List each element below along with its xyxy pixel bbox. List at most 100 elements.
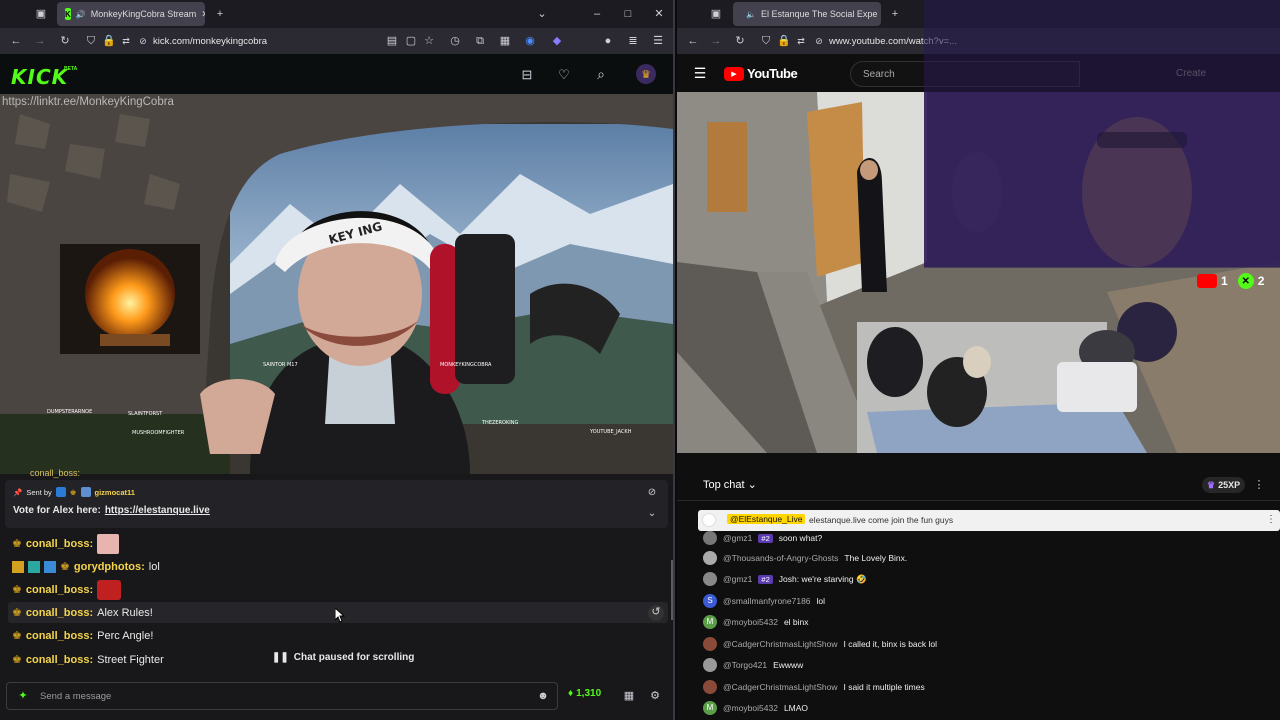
yt-author[interactable]: @CadgerChristmasLightShow [723, 639, 837, 649]
shield-icon[interactable]: ⛉ [758, 33, 774, 49]
yt-author[interactable]: @Torgo421 [723, 660, 767, 670]
yt-chat-message: @CadgerChristmasLightShow I called it, b… [703, 634, 1263, 654]
emoji-icon[interactable]: ☻ [535, 688, 551, 704]
chat-username[interactable]: conall_boss: [26, 630, 93, 642]
chat-username[interactable]: conall_boss: [26, 584, 93, 596]
maximize-icon[interactable]: □ [620, 6, 636, 22]
tab-bar: ▣ K 🔊 MonkeyKingCobra Stream ✕ + ⌄ – □ ✕ [0, 0, 673, 28]
settings-gear-icon[interactable]: ⚙ [647, 688, 663, 704]
chat-input[interactable]: ✦ Send a message ☻ [6, 682, 558, 710]
account-icon[interactable]: ● [600, 33, 616, 49]
yt-author[interactable]: @Thousands-of-Angry-Ghosts [723, 553, 838, 563]
heart-icon[interactable]: ♡ [556, 66, 572, 82]
reply-icon[interactable]: ↺ [648, 604, 664, 621]
close-window-icon[interactable]: ✕ [651, 6, 667, 22]
tab-kick[interactable]: K 🔊 MonkeyKingCobra Stream ✕ [57, 2, 205, 26]
xp-badge[interactable]: ♛ 25XP [1202, 477, 1246, 493]
pinned-text: Vote for Alex here: https://elestanque.l… [13, 505, 210, 516]
user-avatar [703, 572, 717, 586]
more-options-icon[interactable]: ⋮ [1266, 514, 1276, 525]
minimize-icon[interactable]: – [589, 6, 605, 22]
chat-username[interactable]: conall_boss: [26, 654, 93, 666]
avatar[interactable]: ♛ [636, 64, 656, 84]
list-tabs-icon[interactable]: ⌄ [534, 6, 550, 22]
close-tab-icon[interactable]: ✕ [201, 9, 205, 20]
lock-icon[interactable]: 🔒 [776, 33, 792, 49]
yt-author[interactable]: @smallmanfyrone7186 [723, 596, 811, 606]
channel-points[interactable]: ♦ 1,310 [568, 688, 601, 699]
tab-title: El Estanque The Social Expe [760, 9, 878, 19]
chat-paused-button[interactable]: ❚❚ Chat paused for scrolling [264, 646, 423, 668]
kick-logo[interactable]: KICK [11, 65, 68, 89]
bookmark-star-icon[interactable]: ☆ [421, 33, 437, 49]
reload-icon[interactable]: ↻ [732, 33, 748, 49]
yt-author[interactable]: @moyboi5432 [723, 703, 778, 713]
new-tab-icon[interactable]: + [887, 6, 903, 22]
rank-badge: #2 [758, 574, 773, 584]
menu-icon[interactable]: ☰ [650, 33, 666, 49]
extension-gif-icon[interactable]: ▦ [497, 33, 513, 49]
chevron-down-icon[interactable]: ⌄ [644, 506, 660, 522]
calendar-icon[interactable]: ▦ [621, 688, 637, 704]
forward-icon[interactable]: → [32, 33, 48, 49]
autoplay-blocked-icon[interactable]: ⊘ [811, 33, 827, 49]
url-bar[interactable]: www.youtube.com/watch?v=... [829, 36, 1029, 47]
top-chat-dropdown[interactable]: Top chat ⌄ [703, 478, 757, 492]
sparkle-icon[interactable]: ✦ [15, 688, 31, 704]
chat-partial-line: conall_boss: [30, 468, 81, 478]
chat-username[interactable]: gorydphotos: [74, 561, 145, 573]
youtube-video[interactable]: 1 ✕ 2 [677, 92, 1280, 453]
extension-bars-icon[interactable]: ≣ [625, 33, 641, 49]
more-options-icon[interactable]: ⋮ [1251, 477, 1267, 493]
chat-scrollbar[interactable] [671, 560, 673, 620]
history-icon[interactable]: ◷ [447, 33, 463, 49]
sender-name[interactable]: gizmocat11 [95, 488, 135, 497]
shield-icon[interactable]: ⛉ [83, 33, 99, 49]
badge-icon [12, 560, 24, 573]
stream-video[interactable]: SAINTOR M17 MONKEYKINGCOBRA DUMPSTERARNO… [0, 94, 673, 474]
hamburger-menu-icon[interactable]: ☰ [692, 65, 708, 81]
kick-beta-badge: BETA [64, 66, 78, 72]
forward-icon[interactable]: → [708, 33, 724, 49]
reader-view-icon[interactable]: ▤ [384, 33, 400, 49]
permissions-icon[interactable]: ⇄ [118, 33, 134, 49]
audio-icon[interactable]: 🔊 [76, 10, 86, 19]
youtube-logo[interactable]: ▶ YouTube [724, 66, 798, 81]
tab-overview-icon[interactable]: ▣ [708, 6, 724, 22]
yt-author[interactable]: @moyboi5432 [723, 617, 778, 627]
autoplay-blocked-icon[interactable]: ⊘ [135, 33, 151, 49]
extension-purple-icon[interactable]: ◆ [549, 33, 565, 49]
url-bar[interactable]: kick.com/monkeykingcobra [153, 36, 373, 47]
extension-circle-icon[interactable]: ◉ [522, 33, 538, 49]
user-avatar [703, 637, 717, 651]
search-input[interactable]: Search [850, 61, 1080, 87]
reload-icon[interactable]: ↻ [57, 33, 73, 49]
yt-author[interactable]: @CadgerChristmasLightShow [723, 682, 837, 692]
permissions-icon[interactable]: ⇄ [793, 33, 809, 49]
pip-icon[interactable]: ▢ [403, 33, 419, 49]
tab-youtube[interactable]: 🔈 El Estanque The Social Expe ✕ [733, 2, 881, 26]
back-icon[interactable]: ← [685, 33, 701, 49]
unpin-icon[interactable]: ⊘ [644, 485, 660, 501]
lock-icon[interactable]: 🔒 [101, 33, 117, 49]
yt-chat-message: S @smallmanfyrone7186 lol [703, 591, 1263, 611]
pinned-link[interactable]: https://elestanque.live [105, 505, 210, 516]
extensions-icon[interactable]: ⧉ [472, 33, 488, 49]
search-icon[interactable]: ⌕ [593, 66, 609, 82]
yt-chat-message: @Torgo421 Ewwww [703, 655, 1263, 675]
yt-text: Josh: we're starving 🤣 [778, 573, 867, 584]
store-icon[interactable]: ⊟ [519, 66, 535, 82]
yt-chat-message: @Thousands-of-Angry-Ghosts The Lovely Bi… [703, 548, 1263, 568]
yt-author[interactable]: @gmz1 [723, 533, 752, 543]
yt-author[interactable]: @gmz1 [723, 574, 752, 584]
audio-muted-icon[interactable]: 🔈 [746, 10, 756, 19]
pinned-author[interactable]: @ElEstanque_Live [727, 514, 806, 524]
tab-overview-icon[interactable]: ▣ [33, 6, 49, 22]
chat-username[interactable]: conall_boss: [26, 538, 93, 550]
points-icon: ♦ [568, 688, 574, 699]
chat-username[interactable]: conall_boss: [26, 607, 93, 619]
new-tab-icon[interactable]: + [212, 6, 228, 22]
user-avatar: M [703, 615, 717, 629]
back-icon[interactable]: ← [8, 33, 24, 49]
overlay-name: YOUTUBE_JACKH [589, 429, 632, 435]
